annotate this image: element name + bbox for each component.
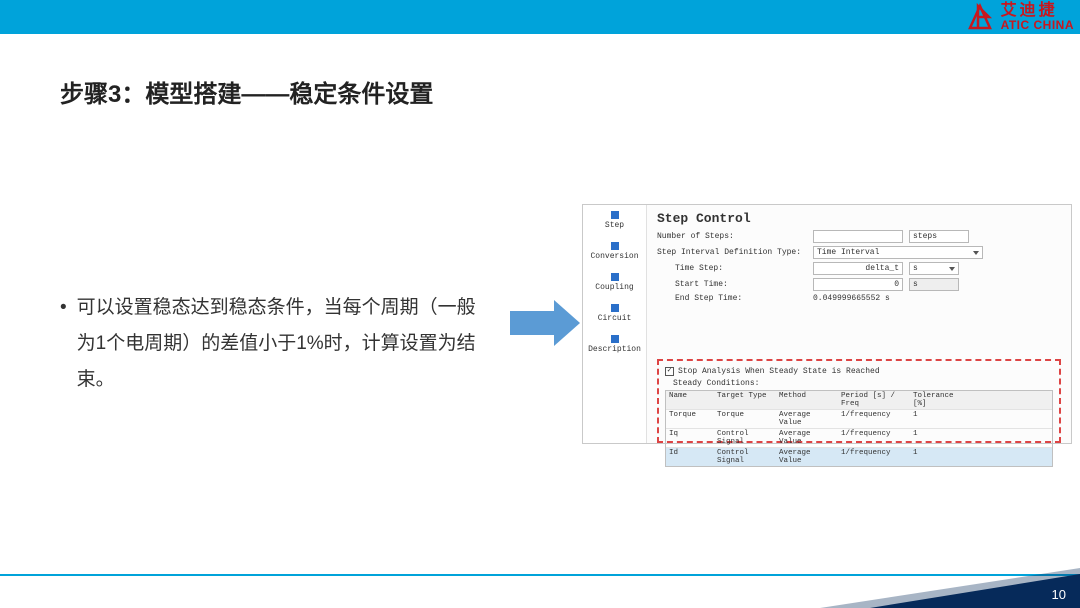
start-time-unit: s	[909, 278, 959, 291]
time-step-label: Time Step:	[675, 264, 807, 273]
software-screenshot: Step Conversion Coupling Circuit Descrip…	[582, 204, 1072, 444]
page-number: 10	[1052, 587, 1066, 602]
table-row[interactable]: TorqueTorqueAverage Value1/frequency1	[666, 410, 1052, 429]
time-step-unit-select[interactable]: s	[909, 262, 959, 275]
sidebar-item-step[interactable]: Step	[583, 205, 646, 236]
chevron-down-icon	[949, 267, 955, 271]
panel-title: Step Control	[657, 211, 1061, 226]
end-step-time-value: 0.049999665552 s	[813, 294, 890, 303]
num-steps-unit: steps	[909, 230, 969, 243]
num-steps-label: Number of Steps:	[657, 232, 807, 241]
footer-triangle	[870, 574, 1080, 608]
start-time-input[interactable]: 0	[813, 278, 903, 291]
sidebar-item-circuit[interactable]: Circuit	[583, 298, 646, 329]
table-row[interactable]: IdControl SignalAverage Value1/frequency…	[666, 448, 1052, 466]
square-icon	[611, 273, 619, 281]
chevron-down-icon	[973, 251, 979, 255]
table-header: Name Target Type Method Period [s] / Fre…	[666, 391, 1052, 410]
interval-type-select[interactable]: Time Interval	[813, 246, 983, 259]
body-paragraph: 可以设置稳态达到稳态条件，当每个周期（一般为1个电周期）的差值小于1%时，计算设…	[77, 290, 490, 398]
stop-analysis-checkbox[interactable]: ✓ Stop Analysis When Steady State is Rea…	[665, 367, 880, 376]
body-text: • 可以设置稳态达到稳态条件，当每个周期（一般为1个电周期）的差值小于1%时，计…	[60, 290, 490, 398]
num-steps-input[interactable]	[813, 230, 903, 243]
interval-type-label: Step Interval Definition Type:	[657, 248, 807, 257]
header-bar	[0, 0, 1080, 34]
square-icon	[611, 211, 619, 219]
logo-mark-icon	[963, 0, 997, 34]
arrow-icon	[510, 300, 580, 346]
steady-conditions-label: Steady Conditions:	[673, 379, 1053, 388]
end-step-time-label: End Step Time:	[675, 294, 807, 303]
square-icon	[611, 242, 619, 250]
logo-cn-text: 艾迪捷	[1001, 3, 1074, 19]
screenshot-main: Step Control Number of Steps: steps Step…	[647, 205, 1071, 443]
table-row[interactable]: IqControl SignalAverage Value1/frequency…	[666, 429, 1052, 448]
sidebar-item-coupling[interactable]: Coupling	[583, 267, 646, 298]
stop-analysis-label: Stop Analysis When Steady State is Reach…	[678, 367, 880, 376]
screenshot-sidebar: Step Conversion Coupling Circuit Descrip…	[583, 205, 647, 443]
checkbox-icon: ✓	[665, 367, 674, 376]
bullet: •	[60, 290, 67, 398]
square-icon	[611, 304, 619, 312]
logo: 艾迪捷 ATIC CHINA	[963, 0, 1074, 34]
slide-title: 步骤3：模型搭建——稳定条件设置	[60, 74, 433, 109]
sidebar-item-description[interactable]: Description	[583, 329, 646, 360]
steady-conditions-highlight: ✓ Stop Analysis When Steady State is Rea…	[657, 359, 1061, 443]
start-time-label: Start Time:	[675, 280, 807, 289]
square-icon	[611, 335, 619, 343]
steady-conditions-table: Name Target Type Method Period [s] / Fre…	[665, 390, 1053, 467]
time-step-input[interactable]: delta_t	[813, 262, 903, 275]
sidebar-item-conversion[interactable]: Conversion	[583, 236, 646, 267]
logo-en-text: ATIC CHINA	[1001, 19, 1074, 31]
